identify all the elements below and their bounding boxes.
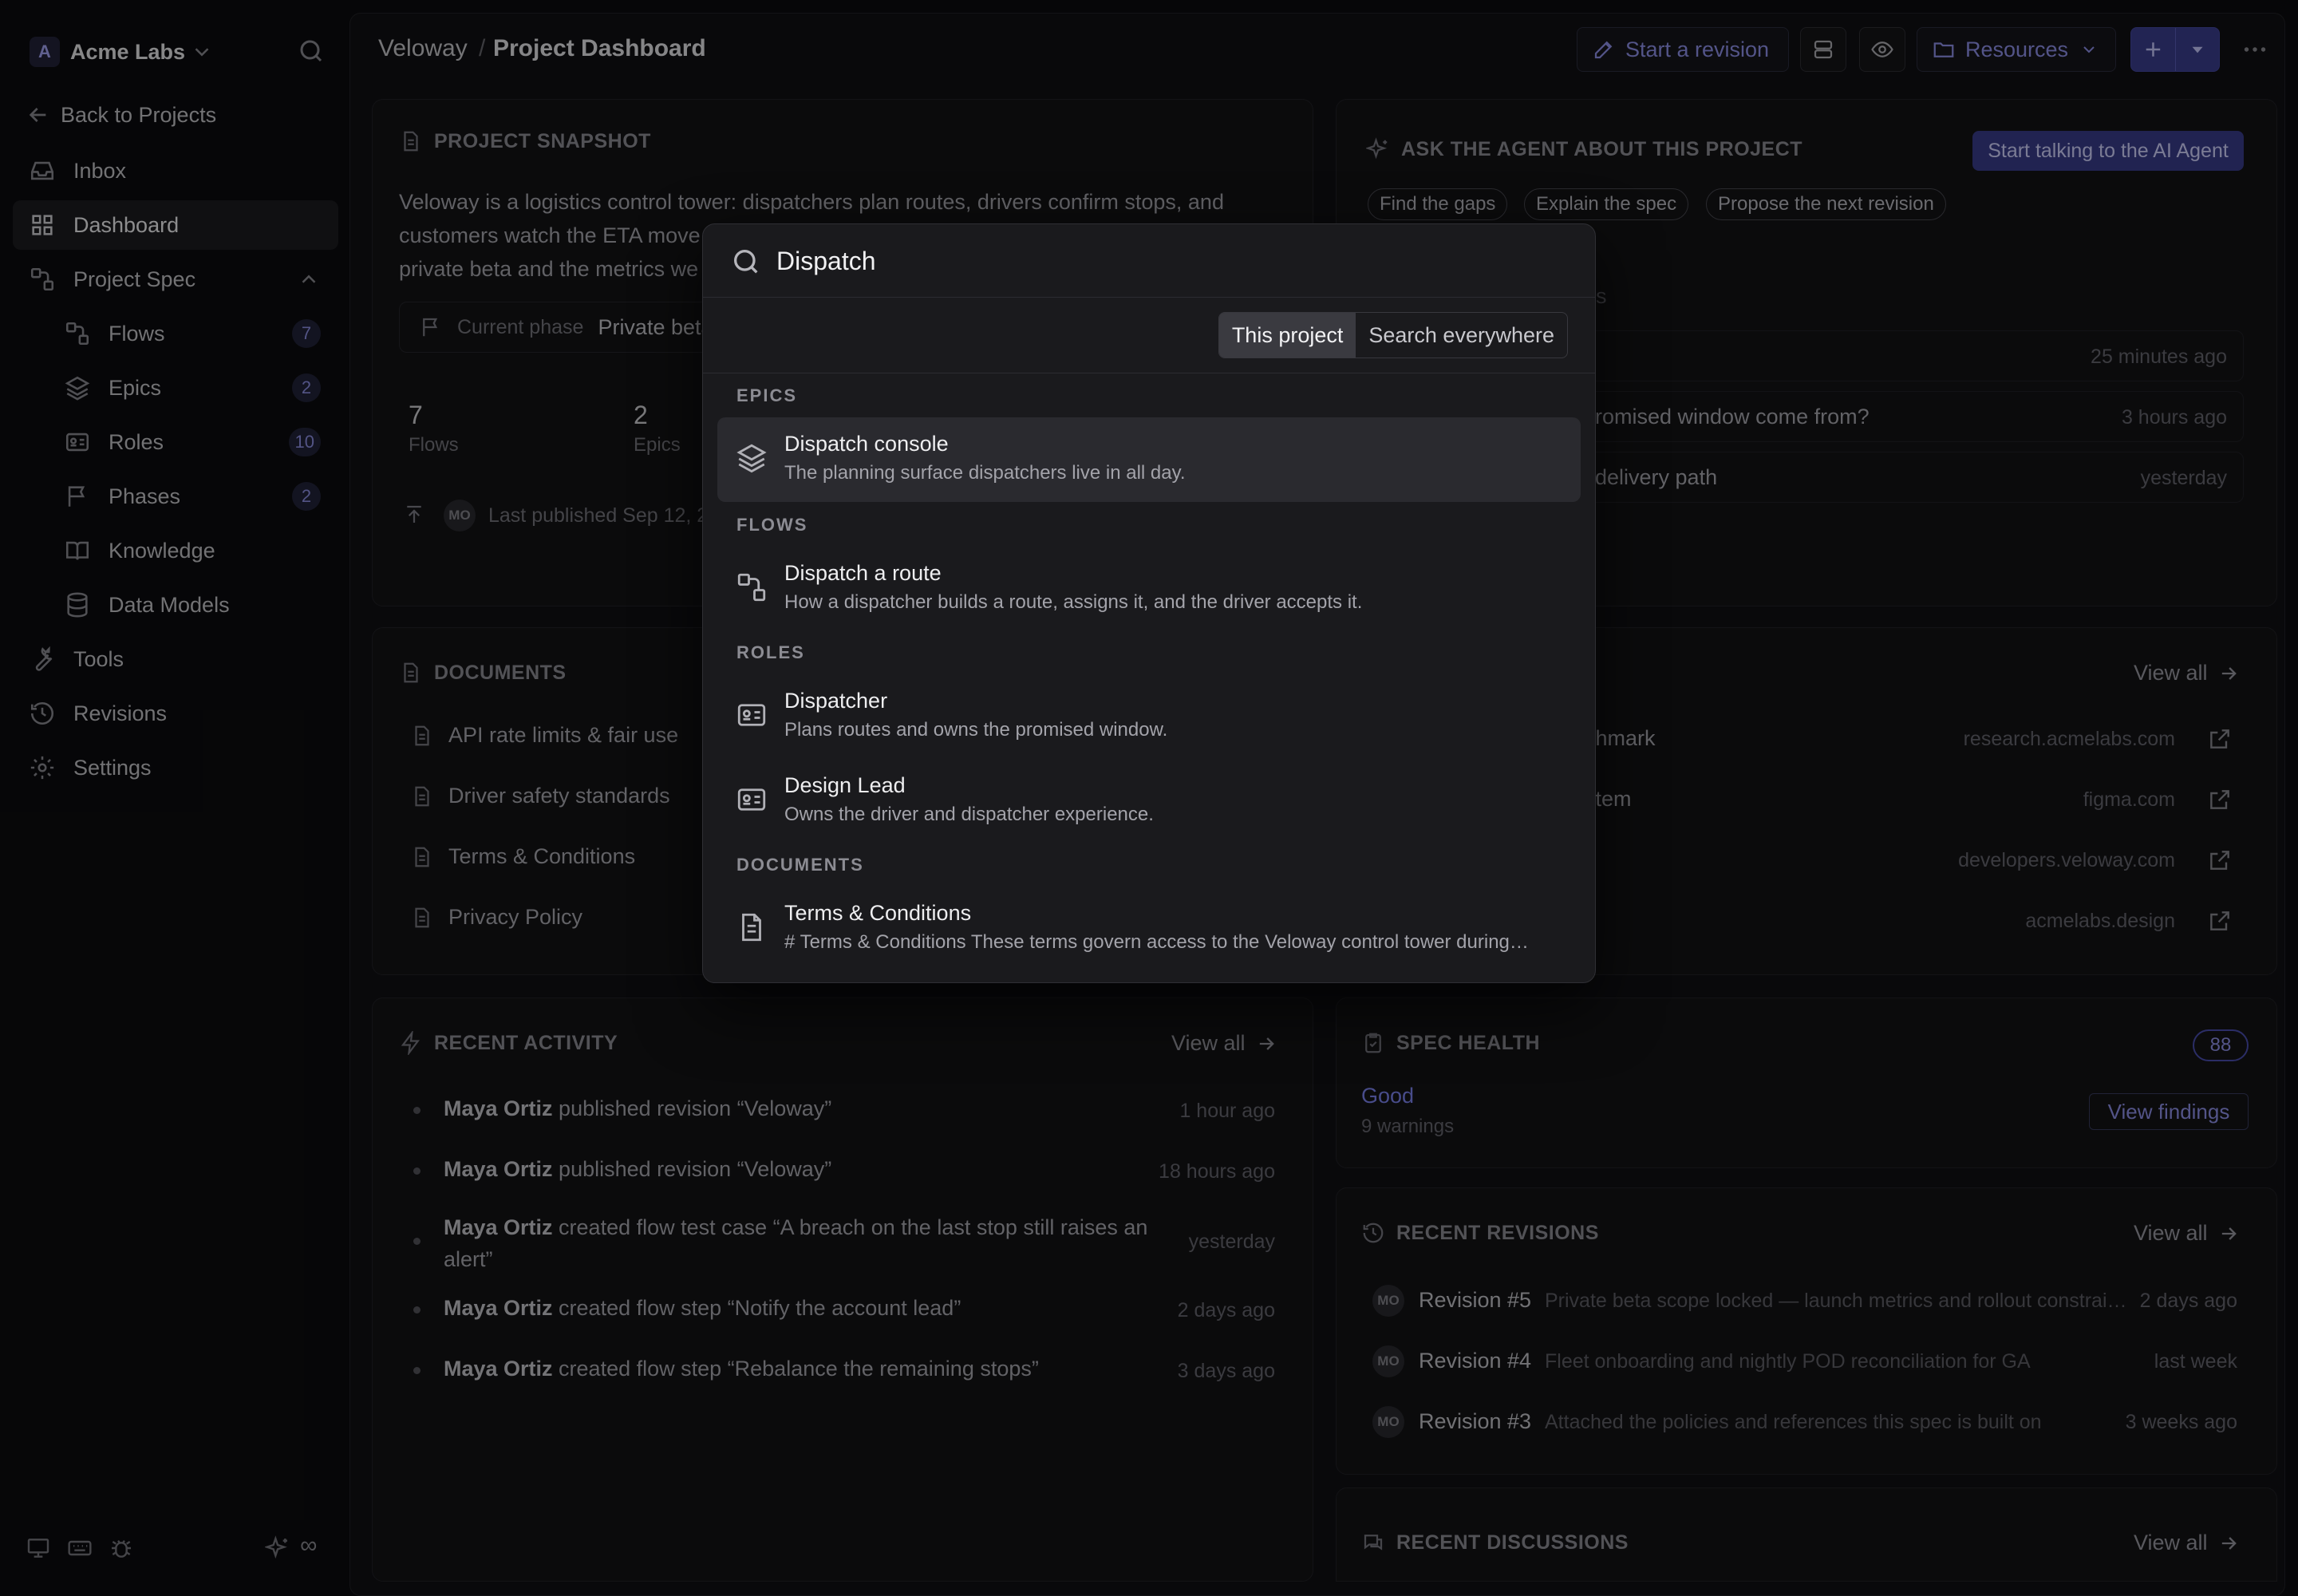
section-documents: DOCUMENTS <box>736 855 864 875</box>
result-dispatch-console[interactable]: Dispatch console The planning surface di… <box>717 417 1581 502</box>
scope-search-everywhere[interactable]: Search everywhere <box>1356 313 1567 358</box>
result-desc: Plans routes and owns the promised windo… <box>784 719 1168 741</box>
search-scope-toggle: This project Search everywhere <box>1218 312 1568 358</box>
layers-icon <box>735 441 768 475</box>
result-title: Design Lead <box>784 773 906 797</box>
result-desc: How a dispatcher builds a route, assigns… <box>784 591 1363 613</box>
palette-search-bar <box>703 224 1595 298</box>
result-dispatcher[interactable]: Dispatcher Plans routes and owns the pro… <box>717 674 1581 759</box>
result-terms-conditions[interactable]: Terms & Conditions # Terms & Conditions … <box>717 887 1581 971</box>
result-title: Terms & Conditions <box>784 901 972 925</box>
result-dispatch-a-route[interactable]: Dispatch a route How a dispatcher builds… <box>717 547 1581 631</box>
palette-search-input[interactable] <box>776 239 1558 283</box>
command-palette: This project Search everywhere EPICS Dis… <box>702 223 1596 983</box>
result-title: Dispatcher <box>784 689 888 713</box>
result-desc: Owns the driver and dispatcher experienc… <box>784 804 1154 825</box>
scope-this-project[interactable]: This project <box>1218 313 1356 358</box>
result-desc: The planning surface dispatchers live in… <box>784 462 1186 484</box>
flow-icon <box>735 571 768 604</box>
section-roles: ROLES <box>736 642 805 662</box>
result-desc: # Terms & Conditions These terms govern … <box>784 931 1529 953</box>
id-card-icon <box>735 783 768 816</box>
document-icon <box>735 911 768 944</box>
result-title: Dispatch a route <box>784 561 942 585</box>
result-title: Dispatch console <box>784 432 949 456</box>
result-design-lead[interactable]: Design Lead Owns the driver and dispatch… <box>717 759 1581 843</box>
section-epics: EPICS <box>736 385 798 405</box>
id-card-icon <box>735 698 768 732</box>
section-flows: FLOWS <box>736 515 808 535</box>
search-icon <box>730 246 762 278</box>
